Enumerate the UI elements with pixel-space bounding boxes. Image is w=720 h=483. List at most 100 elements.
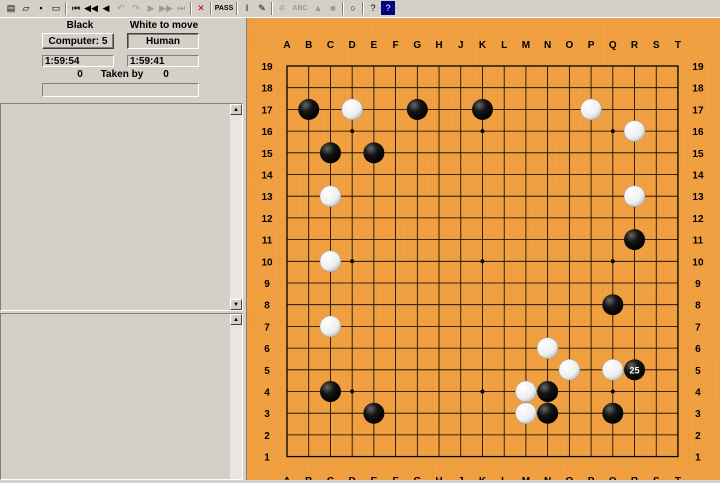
forward-one-icon[interactable]: ▶ bbox=[144, 1, 158, 15]
row-label-right: 18 bbox=[692, 84, 704, 95]
taken-by-label: Taken by bbox=[100, 69, 144, 80]
row-label-left: 17 bbox=[261, 105, 273, 116]
toolbar-separator bbox=[271, 2, 273, 15]
column-label-top: S bbox=[653, 40, 660, 51]
white-stone bbox=[536, 337, 559, 359]
white-player-button[interactable]: Human bbox=[127, 33, 199, 49]
star-point bbox=[610, 389, 615, 394]
scroll-down-button[interactable]: ▼ bbox=[230, 299, 242, 310]
tree-scrollbar[interactable]: ▲ bbox=[230, 314, 242, 479]
edit-icon[interactable]: I bbox=[240, 1, 254, 15]
column-label-bottom: L bbox=[501, 476, 507, 480]
row-label-right: 15 bbox=[692, 149, 704, 160]
context-help-icon[interactable]: ? bbox=[381, 1, 395, 15]
black-player-button[interactable]: Computer: 5 bbox=[42, 33, 114, 49]
toolbar-separator bbox=[190, 2, 192, 15]
row-label-right: 19 bbox=[692, 62, 704, 73]
pass-icon[interactable]: PASS bbox=[214, 1, 234, 15]
column-label-bottom: D bbox=[349, 476, 356, 480]
help-icon[interactable]: ? bbox=[366, 1, 380, 15]
row-label-right: 1 bbox=[695, 453, 701, 464]
toolbar: ▤ ▱ ▪ ▭ ⏮ ◀◀ ◀ ↶ ↷ ▶ ▶▶ ⏭ ✕ PASS I ✎ # ABC ▲ ■ ○?? bbox=[0, 0, 720, 18]
star-point bbox=[610, 259, 615, 264]
undo-icon[interactable]: ↶ bbox=[114, 1, 128, 15]
black-stone bbox=[363, 402, 385, 424]
column-label-bottom: E bbox=[371, 476, 378, 480]
tree-scroll-up-button[interactable]: ▲ bbox=[230, 314, 242, 325]
comment-pane[interactable]: ▲ ▼ bbox=[0, 103, 243, 311]
scroll-up-button[interactable]: ▲ bbox=[230, 104, 242, 115]
comment-scrollbar[interactable]: ▲ ▼ bbox=[230, 104, 242, 310]
row-label-right: 14 bbox=[692, 171, 704, 182]
column-label-bottom: Q bbox=[609, 476, 617, 480]
wood-grain bbox=[716, 17, 720, 481]
toolbar-separator bbox=[342, 2, 344, 15]
row-label-right: 4 bbox=[695, 388, 701, 399]
white-stone bbox=[602, 359, 624, 381]
white-stone bbox=[319, 185, 342, 207]
white-stone bbox=[515, 380, 537, 403]
status-field bbox=[42, 83, 199, 97]
column-label-top: M bbox=[522, 40, 530, 51]
black-captures-count: 0 bbox=[77, 69, 83, 80]
toolbar-separator bbox=[210, 2, 212, 15]
new-game-icon[interactable]: ▤ bbox=[4, 1, 18, 15]
column-label-bottom: F bbox=[393, 476, 399, 480]
column-label-bottom: H bbox=[435, 476, 442, 480]
white-stone bbox=[515, 402, 537, 424]
column-label-top: H bbox=[435, 40, 442, 51]
row-label-right: 7 bbox=[695, 322, 701, 333]
setup-icon[interactable]: ✎ bbox=[255, 1, 269, 15]
star-point bbox=[480, 259, 485, 264]
back-one-icon[interactable]: ◀ bbox=[99, 1, 113, 15]
go-board[interactable]: AABBCCDDEEFFGGHHJJKKLLMMNNOOPPQQRRSSTT19… bbox=[246, 17, 720, 483]
black-stone bbox=[602, 294, 624, 316]
row-label-left: 8 bbox=[264, 301, 270, 312]
first-move-icon[interactable]: ⏮ bbox=[69, 1, 83, 15]
column-label-top: O bbox=[565, 40, 573, 51]
column-label-top: E bbox=[371, 40, 378, 51]
row-label-right: 9 bbox=[695, 279, 701, 290]
star-point bbox=[350, 129, 355, 134]
row-label-left: 12 bbox=[261, 214, 273, 225]
column-label-bottom: P bbox=[588, 476, 595, 480]
row-label-left: 9 bbox=[264, 279, 270, 290]
forward-ten-icon[interactable]: ▶▶ bbox=[159, 1, 173, 15]
column-label-bottom: S bbox=[653, 476, 660, 480]
column-label-top: K bbox=[479, 40, 487, 51]
abc-icon[interactable]: ABC bbox=[290, 1, 310, 15]
row-label-right: 2 bbox=[695, 431, 701, 442]
board-canvas[interactable]: AABBCCDDEEFFGGHHJJKKLLMMNNOOPPQQRRSSTT19… bbox=[246, 17, 720, 483]
star-point bbox=[480, 129, 485, 134]
black-stone bbox=[363, 142, 385, 164]
row-label-left: 13 bbox=[261, 192, 273, 203]
last-move-icon[interactable]: ⏭ bbox=[174, 1, 188, 15]
row-label-right: 12 bbox=[692, 214, 704, 225]
column-label-top: D bbox=[349, 40, 356, 51]
toolbar-separator bbox=[362, 2, 364, 15]
redo-icon[interactable]: ↷ bbox=[129, 1, 143, 15]
white-stone bbox=[558, 359, 581, 381]
row-label-left: 18 bbox=[261, 84, 273, 95]
white-to-move-label: White to move bbox=[129, 20, 199, 31]
wood-grain bbox=[710, 17, 715, 481]
column-label-bottom: J bbox=[458, 476, 464, 480]
white-clock: 1:59:41 bbox=[127, 55, 199, 67]
triangle-icon[interactable]: ▲ bbox=[311, 1, 325, 15]
delete-move-icon[interactable]: ✕ bbox=[194, 1, 208, 15]
wood-grain bbox=[283, 17, 288, 481]
square-icon[interactable]: ■ bbox=[326, 1, 340, 15]
column-label-bottom: N bbox=[544, 476, 551, 480]
back-ten-icon[interactable]: ◀◀ bbox=[84, 1, 98, 15]
row-label-left: 4 bbox=[264, 388, 270, 399]
print-icon[interactable]: ▭ bbox=[49, 1, 63, 15]
toolbar-separator bbox=[236, 2, 238, 15]
open-file-icon[interactable]: ▱ bbox=[19, 1, 33, 15]
column-label-top: P bbox=[588, 40, 595, 51]
save-file-icon[interactable]: ▪ bbox=[34, 1, 48, 15]
circle-icon[interactable]: ○ bbox=[346, 1, 360, 15]
star-point bbox=[610, 129, 615, 134]
game-tree-pane[interactable]: ▲ bbox=[0, 313, 243, 480]
grid-icon[interactable]: # bbox=[275, 1, 289, 15]
row-label-right: 11 bbox=[693, 236, 704, 247]
